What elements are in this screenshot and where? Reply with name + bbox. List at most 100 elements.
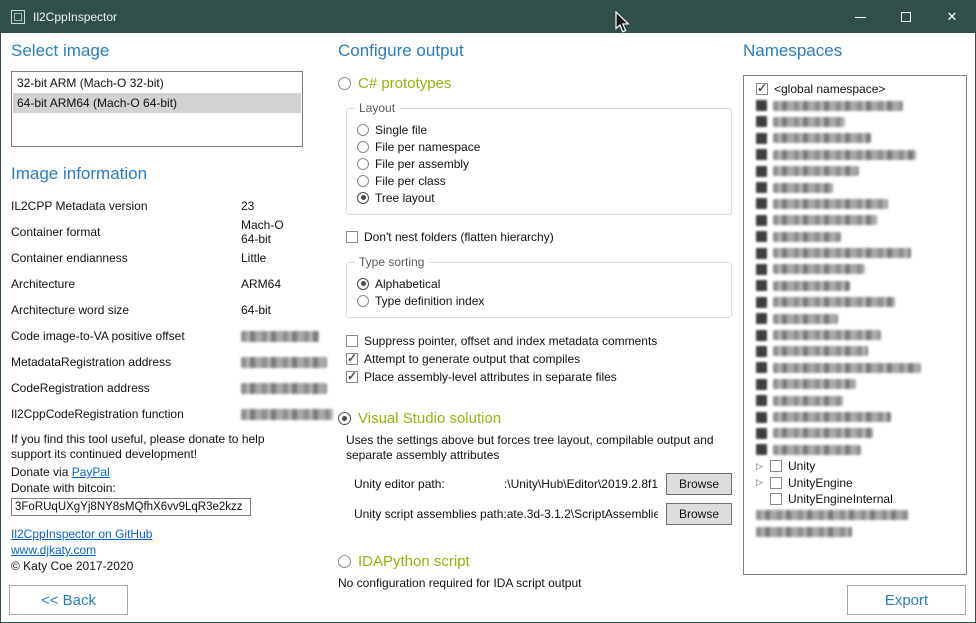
namespace-item-redacted[interactable] — [748, 294, 962, 310]
radio-option[interactable]: File per class — [357, 172, 721, 189]
visual-studio-radio[interactable]: Visual Studio solution — [338, 410, 732, 427]
radio-option[interactable]: File per namespace — [357, 138, 721, 155]
namespace-item-redacted[interactable] — [748, 97, 962, 113]
flatten-checkbox[interactable]: Don't nest folders (flatten hierarchy) — [346, 228, 732, 246]
maximize-button[interactable] — [883, 1, 929, 33]
radio-option[interactable]: Single file — [357, 121, 721, 138]
redacted-value — [241, 383, 327, 394]
radio-icon — [357, 124, 369, 136]
redacted-namespace-label — [773, 379, 856, 389]
unity-script-path-value[interactable]: ate.3d-3.1.2\ScriptAssemblies — [507, 507, 658, 521]
redacted-namespace-label — [773, 445, 861, 455]
radio-option[interactable]: Type definition index — [357, 292, 721, 309]
namespace-item-redacted[interactable] — [748, 261, 962, 277]
layout-group-title: Layout — [355, 101, 399, 115]
info-label: Architecture word size — [11, 303, 241, 317]
layout-groupbox: Layout Single file File per namespace Fi… — [346, 108, 732, 215]
info-value — [241, 329, 319, 343]
namespace-label: <global namespace> — [774, 82, 885, 96]
namespace-item-redacted[interactable] — [748, 376, 962, 392]
expander-icon[interactable]: ▷ — [756, 462, 764, 471]
namespace-item-redacted[interactable] — [748, 524, 962, 540]
namespace-item-redacted[interactable] — [748, 212, 962, 228]
namespace-item-redacted[interactable] — [748, 130, 962, 146]
namespace-checkbox[interactable] — [770, 493, 782, 505]
namespace-item[interactable]: ▷ Unity — [748, 458, 962, 474]
bitcoin-address-input[interactable] — [11, 498, 251, 516]
image-list-item[interactable]: 32-bit ARM (Mach-O 32-bit) — [13, 73, 301, 93]
namespace-item-redacted[interactable] — [748, 392, 962, 408]
info-value: 64-bit — [241, 303, 303, 317]
namespace-item-redacted[interactable] — [748, 409, 962, 425]
website-link[interactable]: www.djkaty.com — [11, 543, 96, 557]
radio-option[interactable]: File per assembly — [357, 155, 721, 172]
checkbox-icon — [346, 335, 358, 347]
image-list-item[interactable]: 64-bit ARM64 (Mach-O 64-bit) — [13, 93, 301, 113]
info-row: Container format Mach-O 64-bit — [11, 219, 303, 245]
browse-editor-button[interactable]: Browse — [666, 473, 732, 495]
namespace-item-redacted[interactable] — [748, 245, 962, 261]
back-button[interactable]: << Back — [9, 585, 128, 615]
redacted-namespace-label — [773, 428, 873, 438]
namespace-item-redacted[interactable] — [748, 442, 962, 458]
namespace-item-redacted[interactable] — [748, 327, 962, 343]
info-value: Mach-O 64-bit — [241, 218, 303, 246]
mouse-cursor — [613, 11, 633, 34]
namespace-item[interactable]: UnityEngineInternal — [748, 491, 962, 507]
close-button[interactable]: ✕ — [929, 1, 975, 33]
redacted-namespace-label — [773, 166, 859, 176]
namespace-label: Unity — [788, 459, 815, 473]
namespace-item-redacted[interactable] — [748, 229, 962, 245]
idapython-radio[interactable]: IDAPython script — [338, 553, 732, 570]
namespace-item-redacted[interactable] — [748, 179, 962, 195]
image-listbox[interactable]: 32-bit ARM (Mach-O 32-bit) 64-bit ARM64 (… — [11, 71, 303, 147]
namespace-item[interactable]: ▷UnityEngine — [748, 474, 962, 490]
namespace-item-redacted[interactable] — [748, 196, 962, 212]
namespace-item-redacted[interactable] — [748, 343, 962, 359]
namespace-item-redacted[interactable] — [748, 114, 962, 130]
namespace-checkbox[interactable] — [770, 477, 782, 489]
radio-option[interactable]: Alphabetical — [357, 275, 721, 292]
browse-assemblies-button[interactable]: Browse — [666, 503, 732, 525]
checkbox-option-label: Place assembly-level attributes in separ… — [364, 370, 617, 384]
namespace-item-redacted[interactable] — [748, 310, 962, 326]
namespace-item-redacted[interactable] — [748, 507, 962, 523]
radio-option-label: Single file — [375, 123, 427, 137]
radio-icon — [357, 295, 369, 307]
namespace-item-redacted[interactable] — [748, 147, 962, 163]
csharp-prototypes-radio[interactable]: C# prototypes — [338, 75, 732, 92]
redacted-namespace-label — [773, 232, 841, 242]
minimize-button[interactable] — [837, 1, 883, 33]
radio-option-label: Type definition index — [375, 294, 484, 308]
redacted-checkbox — [756, 346, 767, 357]
namespace-checkbox[interactable] — [770, 460, 782, 472]
info-label: CodeRegistration address — [11, 381, 241, 395]
window-controls: ✕ — [837, 1, 975, 33]
checkbox-option[interactable]: Place assembly-level attributes in separ… — [346, 368, 732, 386]
info-label: IL2CPP Metadata version — [11, 199, 241, 213]
github-link[interactable]: Il2CppInspector on GitHub — [11, 527, 152, 541]
export-button[interactable]: Export — [847, 585, 966, 615]
radio-icon — [357, 278, 369, 290]
namespaces-list[interactable]: <global namespace> ▷ Unity▷UnityEngineUnit… — [743, 75, 967, 575]
title-bar[interactable]: Il2CppInspector ✕ — [1, 1, 975, 33]
radio-icon — [338, 555, 351, 568]
namespace-item-redacted[interactable] — [748, 163, 962, 179]
copyright-text: © Katy Coe 2017-2020 — [11, 558, 303, 574]
namespace-checkbox[interactable] — [756, 83, 768, 95]
checkbox-option[interactable]: Suppress pointer, offset and index metad… — [346, 332, 732, 350]
image-list-item-label: 32-bit ARM (Mach-O 32-bit) — [17, 76, 164, 90]
namespace-item-redacted[interactable] — [748, 360, 962, 376]
checkbox-option[interactable]: Attempt to generate output that compiles — [346, 350, 732, 368]
radio-icon — [338, 77, 351, 90]
radio-icon — [357, 141, 369, 153]
namespace-item[interactable]: <global namespace> — [748, 81, 962, 97]
unity-editor-path-value[interactable]: :\Unity\Hub\Editor\2019.2.8f1 — [445, 477, 658, 491]
donate-via-line: Donate via PayPal — [11, 464, 303, 480]
paypal-link[interactable]: PayPal — [72, 465, 110, 479]
expander-icon[interactable]: ▷ — [756, 478, 764, 487]
radio-option[interactable]: Tree layout — [357, 189, 721, 206]
namespace-item-redacted[interactable] — [748, 425, 962, 441]
redacted-checkbox — [756, 248, 767, 259]
namespace-item-redacted[interactable] — [748, 278, 962, 294]
